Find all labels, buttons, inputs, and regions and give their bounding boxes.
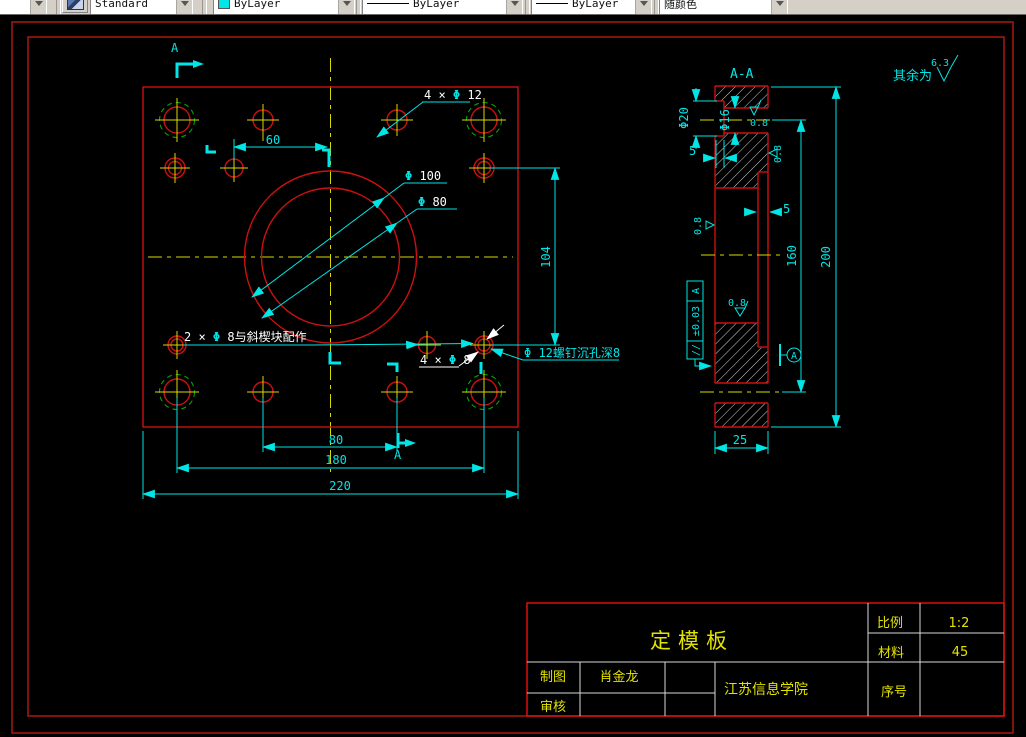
part-name: 定模板 [650, 629, 734, 653]
plotstyle-combo[interactable]: 随颜色 [659, 0, 788, 14]
material-value: 45 [952, 645, 969, 660]
svg-text:4 × Φ 8: 4 × Φ 8 [420, 353, 471, 367]
lineweight-combo[interactable]: ByLayer [531, 0, 652, 14]
svg-text:25: 25 [733, 433, 747, 447]
section-cut-markers: A A [171, 41, 483, 462]
finish-recess-floor: 0.8 [728, 298, 749, 317]
svg-text:104: 104 [539, 246, 553, 268]
text-style-combo[interactable]: Standard [90, 0, 193, 14]
chevron-down-icon [510, 1, 519, 6]
svg-text:Φ16: Φ16 [718, 109, 732, 131]
dim-25: 25 [713, 431, 770, 454]
label-counterbore: Φ 12螺钉沉孔深8 [489, 346, 620, 361]
plan-view: A A 60 104 80 180 220 4 × Φ 12 Φ 100 Φ 8… [141, 41, 620, 499]
svg-text:±0.03: ±0.03 [691, 306, 702, 336]
linetype-sample-icon [367, 3, 409, 4]
layer-combo[interactable] [0, 0, 47, 14]
datum-symbol: A [779, 344, 802, 366]
drawn-label: 制图 [540, 670, 566, 685]
d8-holes [160, 153, 499, 359]
drawing-canvas[interactable]: A A 60 104 80 180 220 4 × Φ 12 Φ 100 Φ 8… [0, 15, 1026, 737]
svg-text:80: 80 [329, 433, 343, 447]
layer-combo-arrow-icon[interactable] [30, 0, 46, 14]
svg-text://: // [691, 344, 702, 356]
toolbar-separator [356, 0, 361, 14]
svg-text:0.8: 0.8 [750, 118, 768, 129]
layers-icon [66, 0, 84, 10]
lineweight-arrow-icon[interactable] [635, 0, 651, 14]
plan-dimensions: 60 104 80 180 220 [141, 133, 560, 499]
label-4xd8: 4 × Φ 8 [419, 324, 505, 368]
title-block: 定模板 比例 1:2 材料 45 制图 肖金龙 审核 江苏信息学院 序号 [526, 602, 1005, 717]
serial-label: 序号 [881, 685, 907, 700]
material-label: 材料 [878, 646, 904, 661]
lineweight-sample-icon [536, 3, 568, 4]
linetype-combo[interactable]: ByLayer [362, 0, 523, 14]
svg-text:4 × Φ 12: 4 × Φ 12 [424, 88, 482, 102]
svg-text:Φ20: Φ20 [677, 107, 691, 129]
scale-value: 1:2 [949, 616, 970, 631]
parallelism-tolerance-frame: A ±0.03 // [686, 280, 713, 371]
section-hatch [715, 86, 768, 427]
section-view: A-A 其余为 6.3 Φ20 Φ16 0.8 5 0.8 5 0.8 A ±0… [677, 54, 959, 454]
toolbar-separator [202, 0, 207, 14]
chevron-down-icon [34, 1, 43, 6]
text-style-value: Standard [95, 0, 148, 10]
label-d100: Φ 100 [251, 169, 447, 298]
linetype-arrow-icon[interactable] [506, 0, 522, 14]
scale-label: 比例 [877, 616, 903, 631]
svg-text:5: 5 [689, 144, 696, 158]
svg-text:180: 180 [325, 453, 347, 467]
svg-text:0.8: 0.8 [773, 145, 784, 163]
toolbar-separator [525, 0, 530, 14]
svg-text:其余为: 其余为 [893, 68, 932, 84]
svg-text:5: 5 [783, 202, 790, 216]
section-title: A-A [730, 67, 754, 82]
organization: 江苏信息学院 [724, 681, 808, 698]
dim-d20: Φ20 [677, 88, 717, 149]
chevron-down-icon [639, 1, 648, 6]
chevron-down-icon [342, 1, 351, 6]
chevron-down-icon [180, 1, 189, 6]
lineweight-value: ByLayer [572, 0, 619, 10]
color-swatch-icon [218, 0, 230, 9]
svg-text:0.8: 0.8 [693, 217, 704, 235]
finish-right-face: 0.8 [767, 145, 784, 163]
svg-text:160: 160 [785, 245, 799, 267]
checked-label: 审核 [540, 700, 566, 715]
toolbar-separator [56, 0, 61, 14]
color-arrow-icon[interactable] [338, 0, 354, 14]
drawn-value: 肖金龙 [599, 669, 638, 685]
make-layer-current-button[interactable] [62, 0, 88, 13]
section-letter-bottom: A [394, 448, 402, 462]
section-letter-top: A [171, 41, 179, 55]
plotstyle-value: 随颜色 [664, 0, 697, 11]
svg-text:A: A [691, 288, 702, 294]
svg-text:220: 220 [329, 479, 351, 493]
svg-text:0.8: 0.8 [728, 298, 746, 309]
dim-60: 60 [232, 133, 329, 159]
dim-104: 104 [490, 166, 560, 347]
dim-200: 200 [771, 85, 841, 429]
plotstyle-arrow-icon[interactable] [771, 0, 787, 14]
chevron-down-icon [775, 1, 784, 6]
svg-text:6.3: 6.3 [931, 58, 949, 69]
svg-text:Φ 12螺钉沉孔深8: Φ 12螺钉沉孔深8 [524, 346, 620, 360]
svg-text:Φ 80: Φ 80 [418, 195, 447, 209]
svg-text:Φ 100: Φ 100 [405, 169, 441, 183]
svg-text:A: A [791, 351, 797, 362]
general-finish-note: 其余为 6.3 [893, 54, 959, 84]
toolbar: Standard ByLayer ByLayer ByLayer 随颜色 [0, 0, 1026, 15]
color-combo[interactable]: ByLayer [213, 0, 355, 14]
color-value: ByLayer [234, 0, 281, 10]
linetype-value: ByLayer [413, 0, 460, 10]
text-style-arrow-icon[interactable] [176, 0, 192, 14]
svg-text:60: 60 [266, 133, 280, 147]
svg-text:200: 200 [819, 246, 833, 268]
svg-text:2 × Φ 8与斜楔块配作: 2 × Φ 8与斜楔块配作 [184, 330, 307, 344]
finish-left-face: 0.8 [693, 217, 716, 235]
